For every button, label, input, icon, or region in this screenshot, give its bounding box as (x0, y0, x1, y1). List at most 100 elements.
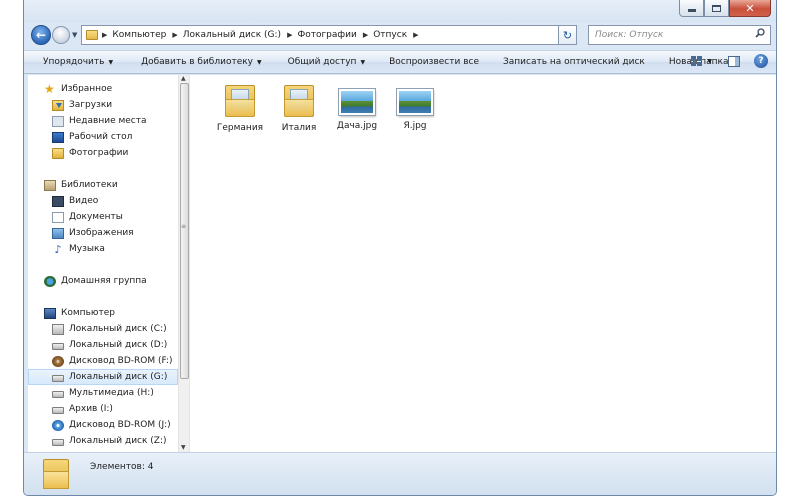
organize-label: Упорядочить (43, 57, 105, 67)
music-note-icon: ♪ (54, 242, 62, 256)
nav-item-desktop[interactable]: Рабочий стол (52, 129, 178, 145)
burn-button[interactable]: Записать на оптический диск (494, 57, 654, 67)
breadcrumb-label: Фотографии (297, 30, 357, 40)
downloads-icon (52, 99, 64, 111)
file-item-folder[interactable]: Германия (212, 81, 268, 139)
help-icon[interactable]: ? (754, 54, 768, 68)
nav-item-photos[interactable]: Фотографии (52, 145, 178, 161)
search-placeholder: Поиск: Отпуск (595, 30, 664, 40)
breadcrumb-item[interactable]: ▶ Компьютер (102, 30, 166, 40)
nav-item-drive-j[interactable]: Дисковод BD-ROM (J:) (52, 417, 178, 433)
nav-item-drive-d[interactable]: Локальный диск (D:) (52, 337, 178, 353)
nav-computer-header[interactable]: Компьютер (44, 305, 178, 321)
chevron-right-icon: ▶ (413, 31, 419, 39)
folder-icon (86, 30, 98, 40)
back-button[interactable]: ← (31, 25, 51, 45)
nav-label: Компьютер (61, 308, 115, 318)
share-label: Общий доступ (287, 57, 357, 67)
view-dropdown-icon[interactable]: ▼ (707, 58, 712, 65)
nav-label: Мультимедиа (H:) (69, 388, 154, 398)
maximize-button[interactable] (704, 0, 729, 17)
file-name: Италия (281, 123, 317, 133)
add-to-library-menu[interactable]: Добавить в библиотеку ▼ (132, 57, 271, 67)
window-controls: ✕ (679, 0, 771, 17)
preview-pane-icon[interactable] (728, 55, 740, 67)
burn-label: Записать на оптический диск (502, 57, 645, 67)
nav-label: Локальный диск (G:) (69, 372, 168, 382)
nav-item-drive-c[interactable]: Локальный диск (C:) (52, 321, 178, 337)
homegroup-icon (44, 275, 56, 287)
nav-item-music[interactable]: ♪ Музыка (52, 241, 178, 257)
nav-label: Архив (I:) (69, 404, 113, 414)
drive-icon (52, 391, 64, 398)
drive-icon (52, 375, 64, 382)
file-item-image[interactable]: Я.jpg (387, 81, 443, 139)
close-button[interactable]: ✕ (729, 0, 771, 17)
nav-item-video[interactable]: Видео (52, 193, 178, 209)
address-bar[interactable]: ▶ Компьютер ▶ Локальный диск (G:) ▶ Фотогра… (81, 25, 574, 45)
bd-rom-icon (52, 419, 64, 431)
file-name: Я.jpg (403, 121, 427, 131)
minimize-button[interactable] (679, 0, 704, 17)
nav-label: Загрузки (69, 100, 113, 110)
breadcrumb-label: Компьютер (112, 30, 167, 40)
maximize-icon (712, 4, 721, 12)
file-item-image[interactable]: Дача.jpg (329, 81, 385, 139)
search-icon[interactable] (755, 28, 765, 38)
nav-item-drive-f[interactable]: Дисковод BD-ROM (F:) (52, 353, 178, 369)
search-input[interactable]: Поиск: Отпуск (588, 25, 771, 45)
file-list[interactable]: Германия Италия Дача.jpg Я.jpg (190, 75, 776, 452)
nav-item-recent-places[interactable]: Недавние места (52, 113, 178, 129)
nav-item-drive-g[interactable]: Локальный диск (G:) (28, 369, 178, 385)
nav-label: Дисковод BD-ROM (F:) (69, 356, 173, 366)
close-icon: ✕ (745, 1, 755, 15)
forward-button[interactable] (52, 26, 70, 44)
details-pane: Элементов: 4 (24, 452, 776, 495)
file-item-folder[interactable]: Италия (271, 81, 327, 139)
title-bar[interactable]: ✕ (24, 0, 776, 22)
nav-item-downloads[interactable]: Загрузки (52, 97, 178, 113)
nav-item-images[interactable]: Изображения (52, 225, 178, 241)
nav-label: Видео (69, 196, 99, 206)
documents-library-icon (52, 211, 64, 223)
nav-label: Недавние места (69, 116, 147, 126)
star-icon: ★ (44, 81, 55, 96)
organize-menu[interactable]: Упорядочить ▼ (24, 57, 122, 67)
drive-icon (52, 439, 64, 446)
arrow-left-icon: ← (35, 28, 47, 42)
breadcrumb-overflow[interactable]: ▶ (413, 31, 423, 39)
nav-item-homegroup[interactable]: Домашняя группа (44, 273, 178, 289)
desktop-icon (52, 131, 64, 143)
breadcrumb-label: Локальный диск (G:) (182, 30, 282, 40)
nav-item-documents[interactable]: Документы (52, 209, 178, 225)
nav-libraries-header[interactable]: Библиотеки (44, 177, 178, 193)
refresh-button[interactable]: ↻ (558, 25, 577, 45)
chevron-right-icon: ▶ (287, 31, 293, 39)
nav-item-drive-z[interactable]: Локальный диск (Z:) (52, 433, 178, 449)
navigation-scrollbar[interactable]: ▲ ≡ ▼ (178, 75, 189, 452)
share-menu[interactable]: Общий доступ ▼ (279, 57, 374, 67)
scroll-down-icon[interactable]: ▼ (181, 444, 186, 451)
breadcrumb-item[interactable]: ▶ Отпуск (363, 30, 407, 40)
breadcrumb-label: Отпуск (373, 30, 408, 40)
recent-pages-dropdown[interactable]: ▼ (72, 31, 77, 39)
scrollbar-grip-icon: ≡ (181, 223, 187, 230)
recent-places-icon (52, 115, 64, 127)
breadcrumb-item[interactable]: ▶ Фотографии (287, 30, 357, 40)
nav-favorites-header[interactable]: ★ Избранное (44, 81, 178, 97)
nav-item-drive-h[interactable]: Мультимедиа (H:) (52, 385, 178, 401)
folder-icon (225, 85, 255, 117)
view-icon[interactable] (691, 56, 703, 66)
breadcrumb-item[interactable]: ▶ Локальный диск (G:) (172, 30, 281, 40)
system-drive-icon (52, 323, 64, 335)
libraries-icon (44, 179, 56, 191)
add-to-library-label: Добавить в библиотеку (141, 57, 254, 67)
nav-label: Изображения (69, 228, 134, 238)
scrollbar-thumb[interactable] (180, 83, 189, 379)
folder-icon (43, 459, 69, 489)
play-all-button[interactable]: Воспроизвести все (380, 57, 488, 67)
scroll-up-icon[interactable]: ▲ (181, 75, 186, 82)
nav-item-drive-i[interactable]: Архив (I:) (52, 401, 178, 417)
chevron-down-icon: ▼ (108, 58, 114, 66)
refresh-icon: ↻ (562, 28, 573, 42)
